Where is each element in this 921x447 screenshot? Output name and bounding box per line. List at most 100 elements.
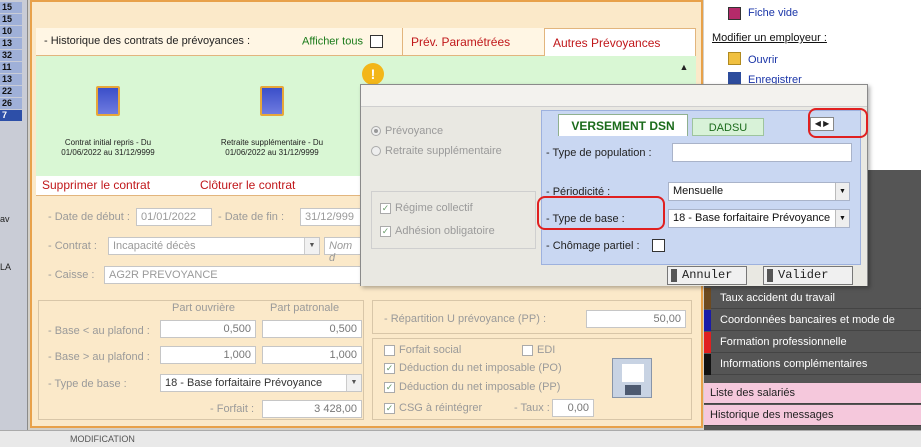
chevron-down-icon[interactable]: ▼ [835,183,849,200]
menu-item-salaries[interactable]: Liste des salariés [704,383,921,404]
chomage-partiel-checkbox[interactable] [652,239,665,252]
menu-item-label: Formation professionnelle [720,336,847,348]
type-base-label: - Type de base : [48,378,127,390]
csg-checkbox[interactable]: ✓ [384,402,395,414]
dialog-type-base-select[interactable]: 18 - Base forfaitaire Prévoyance ▼ [668,209,850,228]
menu-item-coordonnees[interactable]: Coordonnées bancaires et mode de [704,310,921,331]
folder-open-icon [728,52,741,65]
menu-item-formation[interactable]: Formation professionnelle [704,332,921,353]
radio-prevoyance[interactable] [371,126,381,137]
menu-item-informations[interactable]: Informations complémentaires [704,354,921,375]
row-number-selected[interactable]: 7 [0,110,22,121]
type-population-input[interactable] [672,143,852,162]
regime-group: ✓ Régime collectif ✓ Adhésion obligatoire [371,191,536,249]
part-patronale-header: Part patronale [270,302,340,314]
repartition-input[interactable]: 50,00 [586,310,686,328]
color-swatch [704,288,711,309]
csg-label: CSG à réintégrer [399,402,483,414]
deduction-pp-checkbox[interactable]: ✓ [384,381,395,393]
base-gt-patronale-input[interactable]: 1,000 [262,346,362,364]
color-swatch [704,310,711,331]
repartition-label: - Répartition U prévoyance (PP) : [384,313,547,325]
chevron-down-icon[interactable]: ▼ [304,238,319,254]
row-number: 26 [0,98,22,109]
versement-dialog: Prévoyance Retraite supplémentaire ✓ Régi… [360,84,868,286]
tab-parametered[interactable]: Prév. Paramétrées [402,28,542,56]
cancel-button[interactable]: Annuler [667,266,747,285]
chevron-down-icon[interactable]: ▼ [346,375,361,391]
dialog-type-base-value: 18 - Base forfaitaire Prévoyance [673,212,831,224]
blank-form-link[interactable]: Fiche vide [748,7,798,19]
deduction-po-checkbox[interactable]: ✓ [384,362,395,374]
menu-item-label: Taux accident du travail [720,292,835,304]
start-date-label: - Date de début : [48,211,130,223]
deduction-pp-option[interactable]: ✓ Déduction du net imposable (PP) [384,381,560,393]
row-number: 13 [0,74,22,85]
open-link[interactable]: Ouvrir [748,54,778,66]
contract-item-label: Contrat initial repris - Du 01/06/2022 a… [61,138,155,157]
regime-collectif-checkbox[interactable]: ✓ [380,202,391,214]
type-base-select[interactable]: 18 - Base forfaitaire Prévoyance ▼ [160,374,362,392]
base-gt-ouvriere-input[interactable]: 1,000 [160,346,256,364]
taux-input[interactable]: 0,00 [552,399,594,417]
chevron-down-icon[interactable]: ▼ [835,210,849,227]
forfait-social-checkbox[interactable] [384,344,395,356]
chomage-partiel-label: - Chômage partiel : [546,240,640,252]
deduction-po-option[interactable]: ✓ Déduction du net imposable (PO) [384,362,562,374]
delete-contract-link[interactable]: Supprimer le contrat [42,178,150,192]
radio-retraite[interactable] [371,146,381,157]
periodicite-value: Mensuelle [673,185,724,197]
radio-retraite-option[interactable]: Retraite supplémentaire [371,145,543,157]
tab-dadsu[interactable]: DADSU [692,118,764,136]
contract-item[interactable]: Contrat initial repris - Du 01/06/2022 a… [48,86,168,158]
radio-retraite-label: Retraite supplémentaire [385,145,502,157]
forfait-social-option[interactable]: Forfait social [384,344,461,356]
scroll-up-arrow-icon[interactable]: ▲ [677,60,691,74]
save-disk-icon[interactable] [612,358,652,398]
row-number: 15 [0,2,22,13]
row-number-sidebar: 15 15 10 13 32 11 13 22 26 7 av LA [0,0,28,447]
show-all-toggle[interactable]: Afficher tous [302,35,384,48]
close-contract-link[interactable]: Clôturer le contrat [200,178,295,192]
regime-collectif-label: Régime collectif [395,202,473,214]
forfait-input[interactable]: 3 428,00 [262,400,362,418]
menu-item-historique-messages[interactable]: Historique des messages [704,405,921,426]
adhesion-option[interactable]: ✓ Adhésion obligatoire [380,225,495,237]
periodicite-select[interactable]: Mensuelle ▼ [668,182,850,201]
modify-employer-heading: Modifier un employeur : [712,32,827,44]
row-number: 11 [0,62,22,73]
edi-option[interactable]: EDI [522,344,555,356]
csg-option[interactable]: ✓ CSG à réintégrer [384,402,482,414]
caisse-input[interactable]: AG2R PREVOYANCE [104,266,362,284]
forfait-label: - Forfait : [210,403,255,415]
tab-other-prevoyances[interactable]: Autres Prévoyances [544,28,696,56]
forfait-social-label: Forfait social [399,344,462,356]
tab-versement-dsn[interactable]: VERSEMENT DSN [558,114,688,136]
start-date-input[interactable]: 01/01/2022 [136,208,212,226]
base-lt-ouvriere-input[interactable]: 0,500 [160,320,256,338]
regime-collectif-option[interactable]: ✓ Régime collectif [380,202,473,214]
name-input[interactable]: Nom d [324,237,362,264]
color-swatch [704,354,711,375]
side-label: av [0,214,10,224]
row-number: 32 [0,50,22,61]
show-all-checkbox[interactable] [370,35,384,48]
side-label: LA [0,262,12,272]
part-ouvriere-header: Part ouvrière [172,302,235,314]
history-title: - Historique des contrats de prévoyances… [44,35,251,47]
base-lt-patronale-input[interactable]: 0,500 [262,320,362,338]
contract-select[interactable]: Incapacité décès ▼ [108,237,320,255]
menu-item-taux-accident[interactable]: Taux accident du travail [704,288,921,309]
edi-checkbox[interactable] [522,344,533,356]
radio-prevoyance-option[interactable]: Prévoyance [371,125,543,137]
callout-tab-arrows [808,108,868,138]
color-swatch [704,332,711,353]
validate-button[interactable]: Valider [763,266,853,285]
adhesion-checkbox[interactable]: ✓ [380,225,391,237]
contract-item[interactable]: Retraite supplémentaire - Du 01/06/2022 … [212,86,332,158]
document-icon [260,86,284,116]
deduction-pp-label: Déduction du net imposable (PP) [399,381,561,393]
document-icon [96,86,120,116]
checkbox-icon [728,7,741,20]
end-date-input[interactable]: 31/12/999 [300,208,362,226]
